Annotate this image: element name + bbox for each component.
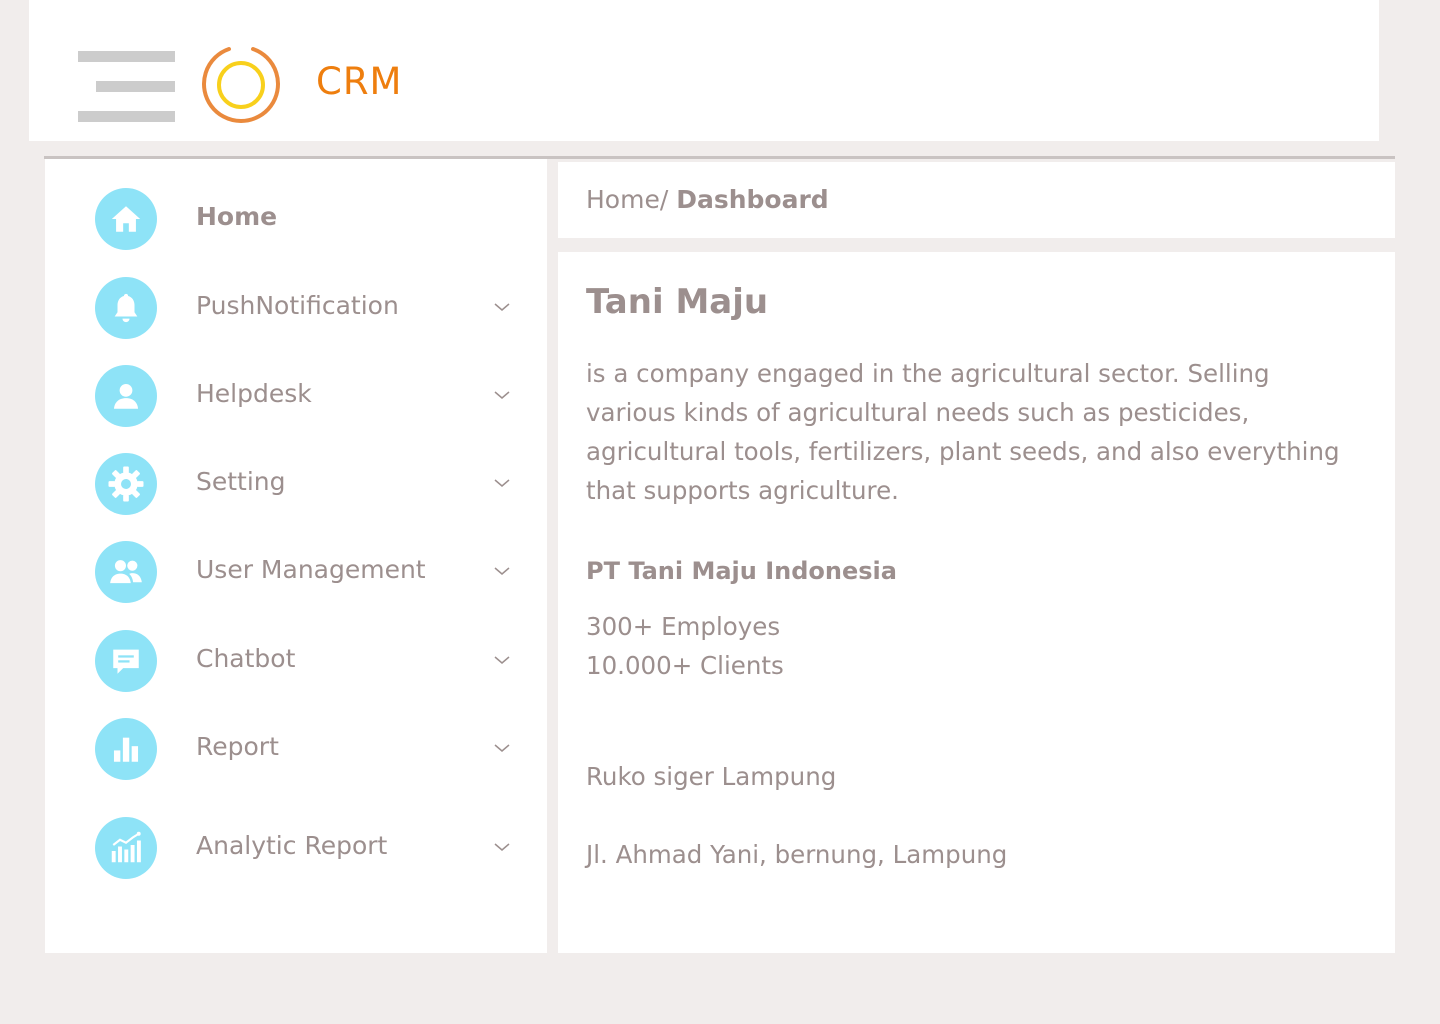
sidebar-item-helpdesk[interactable]: Helpdesk — [45, 365, 547, 435]
breadcrumb: Home/ Dashboard — [586, 185, 829, 214]
chevron-down-icon[interactable] — [493, 841, 511, 853]
sidebar-item-label: Setting — [196, 467, 286, 496]
chevron-down-icon[interactable] — [493, 742, 511, 754]
sidebar-item-label: User Management — [196, 555, 426, 584]
sidebar: Home PushNotification Helpdesk Setting U… — [45, 159, 547, 953]
sidebar-item-analytic-report[interactable]: Analytic Report — [45, 817, 547, 887]
chevron-down-icon[interactable] — [493, 654, 511, 666]
top-bar: CRM — [29, 0, 1379, 141]
user-icon — [95, 365, 157, 427]
chevron-down-icon[interactable] — [493, 301, 511, 313]
address-line-1: Ruko siger Lampung — [586, 762, 837, 791]
address-line-2: Jl. Ahmad Yani, bernung, Lampung — [586, 840, 1008, 869]
sidebar-item-push-notification[interactable]: PushNotification — [45, 277, 547, 347]
client-count: 10.000+ Clients — [586, 651, 784, 680]
company-name: PT Tani Maju Indonesia — [586, 557, 897, 585]
users-icon — [95, 541, 157, 603]
chevron-down-icon[interactable] — [493, 565, 511, 577]
sidebar-item-chatbot[interactable]: Chatbot — [45, 630, 547, 700]
chevron-down-icon[interactable] — [493, 389, 511, 401]
breadcrumb-home[interactable]: Home/ — [586, 185, 668, 214]
analytics-icon — [95, 817, 157, 879]
sidebar-item-user-management[interactable]: User Management — [45, 541, 547, 611]
sidebar-item-label: Chatbot — [196, 644, 296, 673]
gear-icon — [95, 453, 157, 515]
employee-count: 300+ Employes — [586, 612, 781, 641]
hamburger-icon[interactable] — [78, 51, 175, 122]
company-info-panel: Tani Maju is a company engaged in the ag… — [558, 252, 1395, 953]
breadcrumb-panel: Home/ Dashboard — [558, 162, 1395, 238]
chevron-down-icon[interactable] — [493, 477, 511, 489]
ring-logo-icon[interactable] — [201, 45, 281, 125]
bell-icon — [95, 277, 157, 339]
company-description: is a company engaged in the agricultural… — [586, 359, 1340, 505]
sidebar-item-label: PushNotification — [196, 291, 399, 320]
sidebar-item-setting[interactable]: Setting — [45, 453, 547, 523]
page-title: Tani Maju — [586, 282, 769, 322]
breadcrumb-current: Dashboard — [676, 185, 829, 214]
sidebar-item-label: Analytic Report — [196, 831, 388, 860]
sidebar-item-label: Home — [196, 202, 278, 231]
home-icon — [95, 188, 157, 250]
chat-icon — [95, 630, 157, 692]
sidebar-item-label: Report — [196, 732, 279, 761]
sidebar-item-report[interactable]: Report — [45, 718, 547, 788]
sidebar-item-label: Helpdesk — [196, 379, 312, 408]
bar-chart-icon — [95, 718, 157, 780]
brand-name[interactable]: CRM — [316, 60, 402, 103]
sidebar-item-home[interactable]: Home — [45, 188, 547, 258]
